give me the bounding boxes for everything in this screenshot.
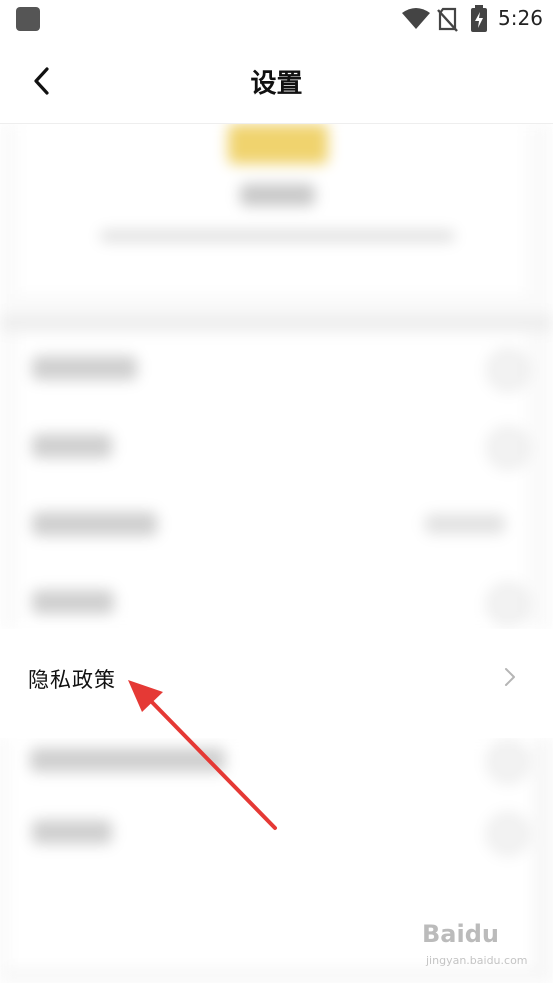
status-time: 5:26 — [498, 6, 543, 30]
baidu-watermark: Baidu — [422, 920, 499, 948]
status-bar: 5:26 — [0, 0, 553, 38]
privacy-policy-label: 隐私政策 — [28, 668, 116, 692]
app-notification-icon — [16, 7, 40, 31]
battery-charging-icon — [471, 5, 487, 32]
nav-bar: 设置 — [0, 38, 553, 124]
page-title: 设置 — [250, 69, 303, 99]
chevron-right-icon — [505, 668, 515, 686]
privacy-policy-row[interactable]: 隐私政策 — [0, 630, 553, 730]
no-sim-icon — [437, 7, 458, 32]
wifi-icon — [402, 8, 430, 29]
blurred-content — [0, 124, 553, 629]
baidu-watermark-sub: jingyan.baidu.com — [426, 954, 528, 967]
